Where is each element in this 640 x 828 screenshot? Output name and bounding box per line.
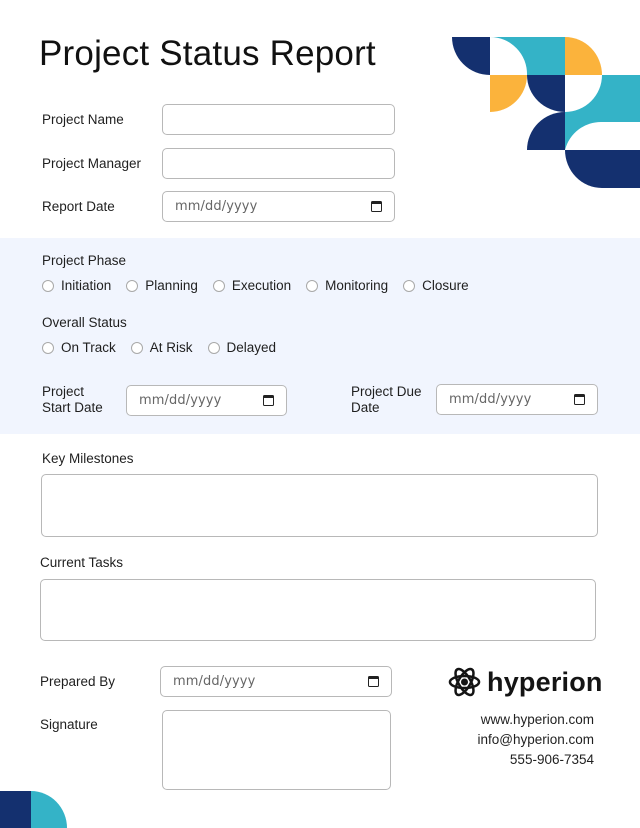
radio-button[interactable]	[306, 279, 319, 292]
brand-logo: hyperion	[448, 665, 603, 699]
calendar-icon[interactable]	[371, 201, 382, 212]
calendar-icon[interactable]	[263, 395, 274, 406]
radio-button[interactable]	[42, 341, 54, 354]
radio-button[interactable]	[212, 279, 225, 292]
shape-teal-block	[527, 37, 565, 75]
project-phase-radio-group: Initiation Planning Execution Monitoring…	[42, 278, 484, 293]
phone-text: 555-906-7354	[509, 752, 594, 767]
report-date-placeholder: mm/dd/yyyy	[175, 199, 258, 214]
shape-amber-quarter-2	[490, 75, 527, 112]
signature-label: Signature	[40, 717, 98, 732]
shape-teal-cell	[490, 37, 528, 75]
shape-navy-quarter	[452, 37, 490, 75]
status-option-at-risk[interactable]: At Risk	[130, 340, 193, 355]
status-option-delayed[interactable]: Delayed	[207, 340, 276, 355]
status-option-on-track[interactable]: On Track	[42, 340, 116, 355]
project-start-date-label: Project Start Date	[42, 384, 103, 415]
shape-teal-quarter	[565, 75, 640, 112]
overall-status-radio-group: On Track At Risk Delayed	[42, 340, 291, 355]
contact-info: www.hyperion.com info@hyperion.com 555-9…	[477, 710, 594, 770]
atom-icon	[448, 667, 481, 697]
shape-teal-quarter	[31, 791, 67, 828]
shape-navy-block	[0, 791, 31, 828]
radio-button[interactable]	[207, 341, 220, 354]
shape-navy-quarter-2	[527, 75, 565, 112]
key-milestones-textarea[interactable]	[41, 474, 598, 537]
report-date-input[interactable]: mm/dd/yyyy	[162, 191, 395, 222]
shape-teal-quarter-2	[565, 112, 640, 150]
current-tasks-label: Current Tasks	[40, 555, 124, 570]
prepared-by-placeholder: mm/dd/yyyy	[173, 674, 256, 689]
radio-button[interactable]	[130, 341, 143, 354]
report-date-label: Report Date	[42, 199, 115, 214]
page-title: Project Status Report	[39, 34, 376, 73]
calendar-icon[interactable]	[574, 394, 585, 405]
phase-option-execution[interactable]: Execution	[212, 278, 291, 293]
project-phase-label: Project Phase	[42, 253, 127, 268]
shape-amber-quarter	[565, 37, 602, 75]
key-milestones-label: Key Milestones	[42, 451, 134, 466]
phase-option-planning[interactable]: Planning	[126, 278, 198, 293]
prepared-by-input[interactable]: mm/dd/yyyy	[160, 666, 392, 697]
phase-option-closure[interactable]: Closure	[403, 278, 469, 293]
decorative-pattern	[452, 37, 640, 188]
project-name-input[interactable]	[162, 104, 395, 135]
start-date-placeholder: mm/dd/yyyy	[139, 393, 222, 408]
due-date-placeholder: mm/dd/yyyy	[449, 392, 532, 407]
phase-option-monitoring[interactable]: Monitoring	[306, 278, 388, 293]
calendar-icon[interactable]	[368, 676, 379, 687]
decorative-corner	[0, 791, 67, 828]
project-due-date-label: Project Due Date	[351, 384, 422, 415]
project-start-date-input[interactable]: mm/dd/yyyy	[126, 385, 287, 416]
radio-button[interactable]	[126, 279, 139, 292]
brand-name: hyperion	[487, 666, 603, 697]
project-name-label: Project Name	[42, 112, 124, 127]
current-tasks-textarea[interactable]	[40, 579, 596, 641]
project-manager-label: Project Manager	[42, 156, 142, 171]
overall-status-label: Overall Status	[42, 315, 127, 330]
signature-box[interactable]	[162, 710, 391, 790]
project-manager-input[interactable]	[162, 148, 395, 179]
radio-button[interactable]	[42, 279, 54, 292]
shape-navy-quarter-3	[527, 112, 565, 150]
email-text: info@hyperion.com	[477, 732, 594, 747]
website-text: www.hyperion.com	[480, 712, 594, 727]
project-due-date-input[interactable]: mm/dd/yyyy	[436, 384, 598, 415]
radio-button[interactable]	[403, 279, 416, 292]
phase-option-initiation[interactable]: Initiation	[42, 278, 111, 293]
shape-navy-half	[565, 150, 640, 188]
prepared-by-label: Prepared By	[40, 674, 116, 689]
